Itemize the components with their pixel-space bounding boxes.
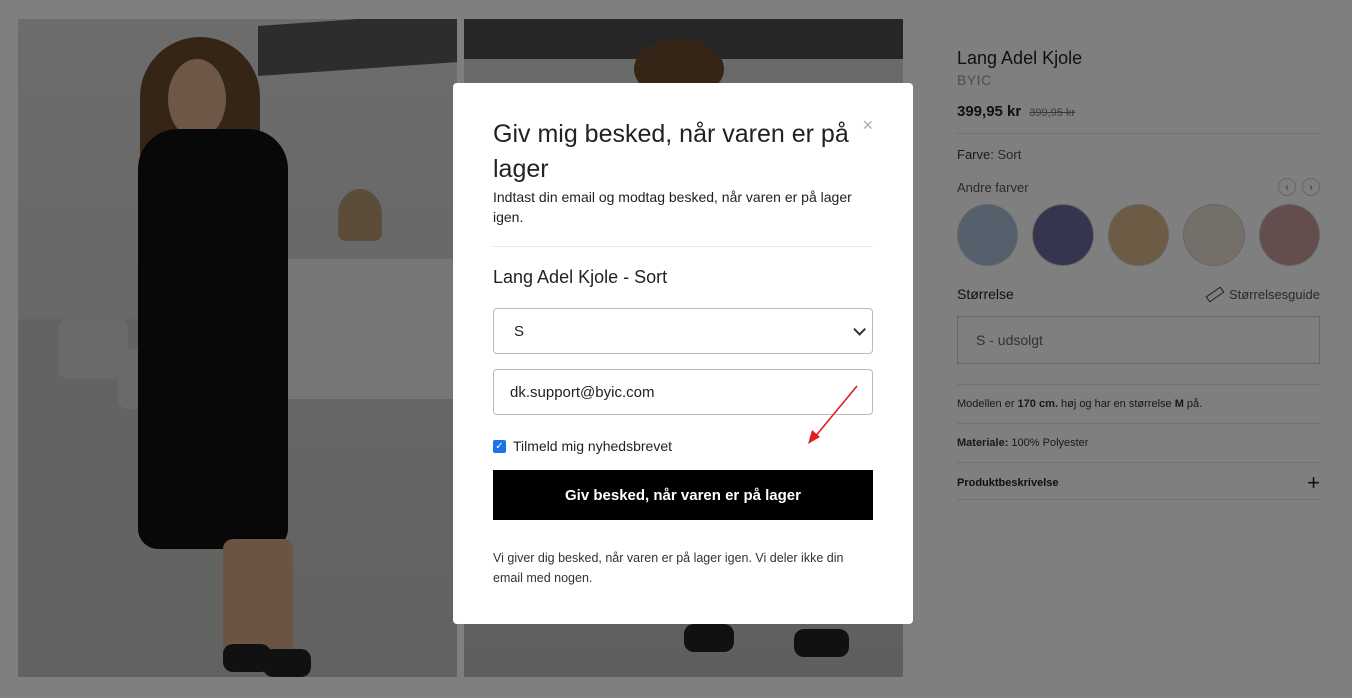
modal-disclaimer: Vi giver dig besked, når varen er på lag… — [493, 551, 844, 585]
size-select[interactable]: S — [493, 308, 873, 354]
email-field[interactable]: dk.support@byic.com — [493, 369, 873, 415]
size-select-value: S — [514, 322, 525, 340]
modal-subtitle: Indtast din email og modtag besked, når … — [493, 189, 852, 225]
modal-title: Giv mig besked, når varen er på lager — [493, 120, 849, 183]
divider — [493, 246, 873, 247]
modal-product-name: Lang Adel Kjole - Sort — [493, 267, 668, 287]
back-in-stock-modal: × Giv mig besked, når varen er på lager … — [453, 83, 913, 624]
chevron-down-icon — [853, 322, 866, 336]
close-icon[interactable]: × — [862, 115, 873, 136]
notify-button[interactable]: Giv besked, når varen er på lager — [493, 470, 873, 520]
newsletter-checkbox[interactable]: ✓ — [493, 439, 506, 453]
newsletter-label[interactable]: Tilmeld mig nyhedsbrevet — [513, 438, 672, 454]
newsletter-row: ✓ Tilmeld mig nyhedsbrevet — [493, 438, 873, 454]
